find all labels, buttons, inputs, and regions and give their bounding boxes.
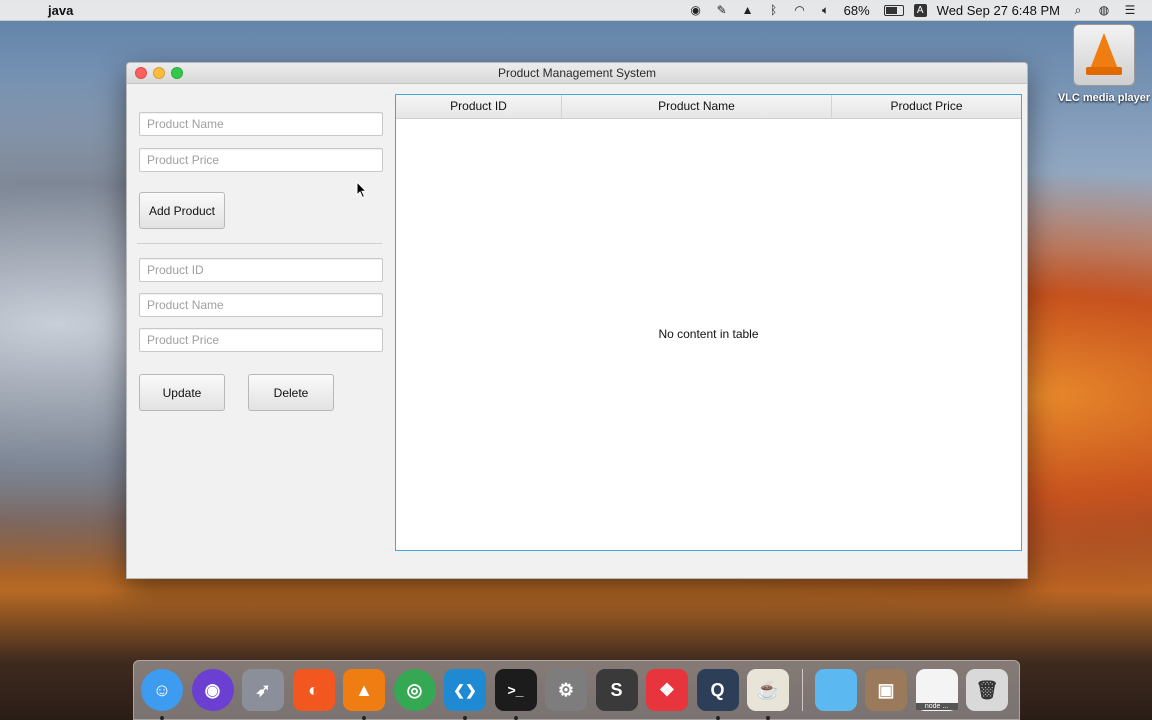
add-product-price-input[interactable] [139,148,383,172]
status-area: ◉ ✎ ▲ ᛒ ◠ 🔈︎ 68% A Wed Sep 27 6:48 PM ⌕ … [688,3,1138,18]
running-indicator [513,716,518,720]
dock-item-visual-studio-code[interactable]: ❮❯ [444,669,486,720]
form-separator [137,243,382,244]
battery-fill [885,6,897,14]
anydesk-icon: ❖ [658,679,676,700]
dock-item-launchpad[interactable]: ➶ [242,669,284,711]
gear-icon: ⚙ [557,679,575,700]
add-product-name-input[interactable] [139,112,383,136]
dock: ☺ ◉ ➶ ◐ ▲ ◎ ❮❯ >_ ⚙ S ❖ Q ☕ ▣ node ... 🗑︎ [133,660,1020,720]
dock-apps: ☺ ◉ ➶ ◐ ▲ ◎ ❮❯ >_ ⚙ S ❖ Q ☕ [141,669,798,720]
dock-item-preview[interactable]: ▣ [865,669,907,711]
products-table[interactable]: Product ID Product Name Product Price No… [395,94,1022,551]
evernote-icon[interactable]: ✎ [714,3,730,17]
chrome-icon: ◎ [406,679,423,700]
add-product-button[interactable]: Add Product [139,192,225,229]
siri-icon: ◉ [204,679,221,700]
edit-product-price-input[interactable] [139,328,383,352]
dock-item-chrome[interactable]: ◎ [393,669,436,711]
notification-center-icon[interactable]: ☰ [1122,3,1138,17]
launchpad-icon: ➶ [255,679,271,700]
dock-item-java[interactable]: ☕ [747,669,789,720]
record-icon[interactable]: ◉ [688,3,704,17]
battery-icon[interactable] [883,4,904,16]
window-titlebar[interactable]: Product Management System [127,63,1027,84]
running-indicator [362,716,366,720]
firefox-icon: ◐ [308,679,319,700]
quicktime-icon: Q [710,679,725,700]
running-indicator [715,716,720,720]
finder-icon: ☺ [152,679,172,700]
volume-icon[interactable]: 🔈︎ [818,3,834,17]
table-header: Product ID Product Name Product Price [396,95,1021,119]
dock-item-firefox[interactable]: ◐ [292,669,335,711]
vlc-icon [1073,24,1135,86]
sublime-icon: S [610,679,623,700]
vlc-cone [1090,33,1118,69]
dock-folders: ▣ node ... 🗑︎ [814,669,1017,711]
input-source-icon[interactable]: A [913,3,927,17]
dock-item-downloads-folder[interactable] [814,669,857,711]
dock-item-vlc[interactable]: ▲ [343,669,385,720]
table-empty-message: No content in table [658,327,759,341]
desktop-icon-vlc[interactable]: VLC media player [1056,24,1152,104]
dock-item-quicktime-player[interactable]: Q [696,669,739,720]
menu-bar: java ◉ ✎ ▲ ᛒ ◠ 🔈︎ 68% A Wed Sep 27 6:48 … [0,0,1152,21]
java-icon: ☕ [756,679,780,700]
spotlight-search-icon[interactable]: ⌕ [1070,3,1086,17]
battery-percent[interactable]: 68% [844,3,870,18]
update-button[interactable]: Update [139,374,225,411]
dock-item-sublime-text[interactable]: S [595,669,638,711]
product-management-window: Product Management System Add Product Up… [126,62,1028,579]
column-header-product-price[interactable]: Product Price [832,95,1021,118]
dock-item-terminal[interactable]: >_ [494,669,537,720]
vscode-icon: ❮❯ [453,681,477,698]
dock-separator [801,669,803,711]
dock-item-system-preferences[interactable]: ⚙ [545,669,587,711]
zoom-button[interactable] [171,67,183,79]
vlc-menu-icon[interactable]: ▲ [740,3,756,17]
edit-product-id-input[interactable] [139,258,383,282]
vlc-icon: ▲ [355,679,373,700]
running-indicator [160,716,164,720]
window-title: Product Management System [497,66,657,80]
terminal-icon: >_ [507,682,524,698]
mouse-pointer-icon [356,181,368,199]
dock-item-anydesk[interactable]: ❖ [646,669,688,711]
running-indicator [766,716,770,720]
column-header-product-id[interactable]: Product ID [396,95,562,118]
dock-item-node[interactable]: node ... [915,669,958,711]
wifi-icon[interactable]: ◠ [792,3,808,17]
minimize-button[interactable] [153,67,165,79]
dock-item-siri[interactable]: ◉ [191,669,234,711]
delete-button[interactable]: Delete [248,374,334,411]
preview-icon: ▣ [877,679,895,700]
bluetooth-icon[interactable]: ᛒ [766,3,782,17]
window-controls [135,67,183,79]
dock-item-trash[interactable]: 🗑︎ [966,669,1008,711]
dock-item-finder[interactable]: ☺ [141,669,183,720]
siri-menu-icon[interactable]: ◍ [1096,3,1112,17]
column-header-product-name[interactable]: Product Name [562,95,832,118]
trash-icon: 🗑︎ [975,679,999,700]
dock-item-label: node ... [915,703,958,710]
edit-product-name-input[interactable] [139,293,383,317]
vlc-cone-base [1086,67,1122,75]
running-indicator [463,716,467,720]
desktop-icon-label: VLC media player [1057,92,1151,104]
app-menu-name[interactable]: java [48,3,73,18]
close-button[interactable] [135,67,147,79]
clock[interactable]: Wed Sep 27 6:48 PM [937,3,1060,18]
